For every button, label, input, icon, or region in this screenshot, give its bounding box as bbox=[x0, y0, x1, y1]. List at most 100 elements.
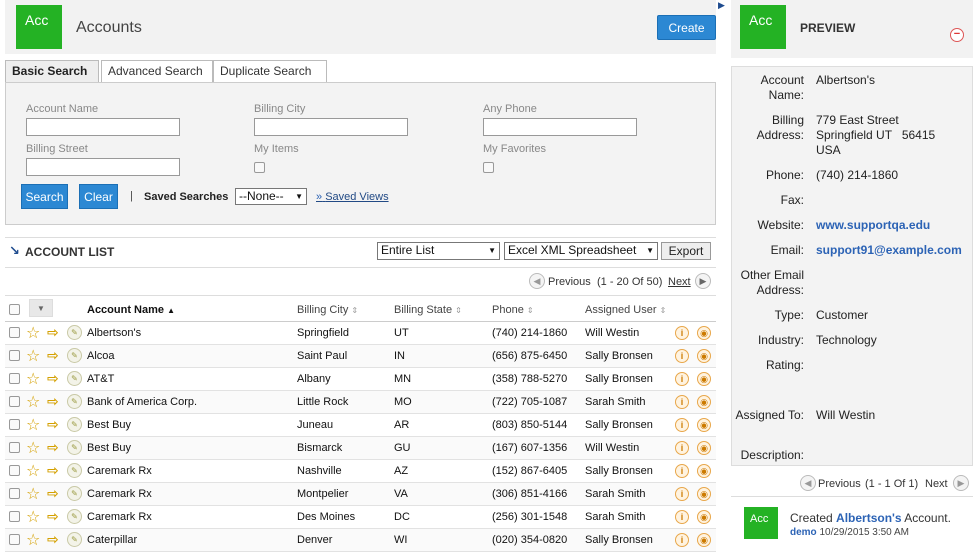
pager-previous[interactable]: Previous bbox=[548, 276, 591, 288]
cell-assigned-user[interactable]: Sarah Smith bbox=[585, 511, 646, 523]
cell-account-name[interactable]: Best Buy bbox=[87, 442, 131, 454]
my-items-checkbox[interactable] bbox=[254, 162, 265, 173]
arrow-right-icon[interactable]: ⇨ bbox=[47, 370, 59, 387]
row-checkbox[interactable] bbox=[9, 488, 20, 499]
list-scope-select[interactable]: Entire List ▼ bbox=[377, 242, 500, 260]
tab-advanced-search[interactable]: Advanced Search bbox=[101, 60, 213, 82]
preview-eye-icon[interactable]: ◉ bbox=[697, 326, 711, 340]
collapse-arrow-icon[interactable]: ▶ bbox=[718, 0, 726, 16]
column-billing-city[interactable]: Billing City ⇕ bbox=[297, 304, 358, 316]
info-icon[interactable]: i bbox=[675, 349, 689, 363]
row-checkbox[interactable] bbox=[9, 465, 20, 476]
arrow-right-icon[interactable]: ⇨ bbox=[47, 508, 59, 525]
star-icon[interactable]: ☆ bbox=[26, 346, 40, 366]
info-icon[interactable]: i bbox=[675, 510, 689, 524]
arrow-right-icon[interactable]: ⇨ bbox=[47, 416, 59, 433]
arrow-right-icon[interactable]: ⇨ bbox=[47, 531, 59, 548]
pencil-icon[interactable]: ✎ bbox=[67, 440, 82, 455]
billing-city-input[interactable] bbox=[254, 118, 408, 136]
cell-account-name[interactable]: Bank of America Corp. bbox=[87, 396, 197, 408]
info-icon[interactable]: i bbox=[675, 326, 689, 340]
row-checkbox[interactable] bbox=[9, 534, 20, 545]
next-icon[interactable]: ▶ bbox=[695, 273, 711, 289]
cell-account-name[interactable]: Best Buy bbox=[87, 419, 131, 431]
row-checkbox[interactable] bbox=[9, 350, 20, 361]
preview-eye-icon[interactable]: ◉ bbox=[697, 487, 711, 501]
tab-basic-search[interactable]: Basic Search bbox=[5, 60, 99, 82]
search-button[interactable]: Search bbox=[21, 184, 68, 209]
website-link[interactable]: www.supportqa.edu bbox=[816, 218, 930, 233]
previous-icon[interactable]: ◀ bbox=[529, 273, 545, 289]
column-account-name[interactable]: Account Name ▲ bbox=[87, 304, 175, 316]
cell-assigned-user[interactable]: Sarah Smith bbox=[585, 488, 646, 500]
star-icon[interactable]: ☆ bbox=[26, 392, 40, 412]
feed-user-link[interactable]: demo bbox=[790, 527, 817, 538]
email-link[interactable]: support91@example.com bbox=[816, 243, 962, 258]
cell-account-name[interactable]: AT&T bbox=[87, 373, 114, 385]
cell-account-name[interactable]: Caterpillar bbox=[87, 534, 137, 546]
star-icon[interactable]: ☆ bbox=[26, 323, 40, 343]
saved-searches-select[interactable]: --None-- ▼ bbox=[235, 188, 307, 205]
column-assigned-user[interactable]: Assigned User ⇕ bbox=[585, 304, 666, 316]
cell-assigned-user[interactable]: Sarah Smith bbox=[585, 396, 646, 408]
info-icon[interactable]: i bbox=[675, 395, 689, 409]
row-checkbox[interactable] bbox=[9, 327, 20, 338]
minus-icon[interactable]: − bbox=[950, 28, 964, 42]
cell-assigned-user[interactable]: Will Westin bbox=[585, 442, 639, 454]
info-icon[interactable]: i bbox=[675, 464, 689, 478]
pager-next[interactable]: Next bbox=[668, 276, 691, 288]
column-billing-state[interactable]: Billing State ⇕ bbox=[394, 304, 462, 316]
cell-account-name[interactable]: Caremark Rx bbox=[87, 465, 152, 477]
table-row[interactable]: ☆ ⇨ ✎ Caremark Rx Des Moines DC (256) 301-1548… bbox=[5, 506, 716, 529]
star-icon[interactable]: ☆ bbox=[26, 369, 40, 389]
star-icon[interactable]: ☆ bbox=[26, 484, 40, 504]
table-row[interactable]: ☆ ⇨ ✎ Caremark Rx Montpelier VA (306) 851-4166… bbox=[5, 483, 716, 506]
export-button[interactable]: Export bbox=[661, 242, 711, 260]
info-icon[interactable]: i bbox=[675, 372, 689, 386]
pencil-icon[interactable]: ✎ bbox=[67, 509, 82, 524]
pencil-icon[interactable]: ✎ bbox=[67, 532, 82, 547]
pencil-icon[interactable]: ✎ bbox=[67, 463, 82, 478]
create-button[interactable]: Create bbox=[657, 15, 716, 40]
table-row[interactable]: ☆ ⇨ ✎ Best Buy Bismarck GU (167) 607-1356 Will … bbox=[5, 437, 716, 460]
pencil-icon[interactable]: ✎ bbox=[67, 394, 82, 409]
cell-assigned-user[interactable]: Sally Bronsen bbox=[585, 373, 653, 385]
preview-eye-icon[interactable]: ◉ bbox=[697, 464, 711, 478]
arrow-right-icon[interactable]: ⇨ bbox=[47, 462, 59, 479]
cell-account-name[interactable]: Caremark Rx bbox=[87, 488, 152, 500]
preview-pager-previous[interactable]: Previous bbox=[818, 478, 861, 490]
my-favorites-checkbox[interactable] bbox=[483, 162, 494, 173]
account-name-input[interactable] bbox=[26, 118, 180, 136]
row-checkbox[interactable] bbox=[9, 419, 20, 430]
preview-eye-icon[interactable]: ◉ bbox=[697, 441, 711, 455]
table-row[interactable]: ☆ ⇨ ✎ Best Buy Juneau AR (803) 850-5144 Sally B… bbox=[5, 414, 716, 437]
arrow-right-icon[interactable]: ⇨ bbox=[47, 393, 59, 410]
bulk-actions-dropdown[interactable]: ▼ bbox=[29, 299, 53, 317]
arrow-right-icon[interactable]: ⇨ bbox=[47, 347, 59, 364]
cell-assigned-user[interactable]: Will Westin bbox=[585, 327, 639, 339]
star-icon[interactable]: ☆ bbox=[26, 461, 40, 481]
preview-eye-icon[interactable]: ◉ bbox=[697, 349, 711, 363]
any-phone-input[interactable] bbox=[483, 118, 637, 136]
arrow-right-icon[interactable]: ⇨ bbox=[47, 324, 59, 341]
cell-account-name[interactable]: Albertson's bbox=[87, 327, 141, 339]
pencil-icon[interactable]: ✎ bbox=[67, 348, 82, 363]
pencil-icon[interactable]: ✎ bbox=[67, 486, 82, 501]
table-row[interactable]: ☆ ⇨ ✎ Caremark Rx Nashville AZ (152) 867-6405 S… bbox=[5, 460, 716, 483]
preview-eye-icon[interactable]: ◉ bbox=[697, 533, 711, 547]
clear-button[interactable]: Clear bbox=[79, 184, 118, 209]
row-checkbox[interactable] bbox=[9, 373, 20, 384]
preview-eye-icon[interactable]: ◉ bbox=[697, 418, 711, 432]
tab-duplicate-search[interactable]: Duplicate Search bbox=[213, 60, 327, 82]
preview-eye-icon[interactable]: ◉ bbox=[697, 372, 711, 386]
cell-assigned-user[interactable]: Sally Bronsen bbox=[585, 465, 653, 477]
next-icon[interactable]: ▶ bbox=[953, 475, 969, 491]
select-all-checkbox[interactable] bbox=[9, 304, 20, 315]
cell-account-name[interactable]: Caremark Rx bbox=[87, 511, 152, 523]
arrow-right-icon[interactable]: ⇨ bbox=[47, 485, 59, 502]
info-icon[interactable]: i bbox=[675, 487, 689, 501]
table-row[interactable]: ☆ ⇨ ✎ Bank of America Corp. Little Rock MO (72… bbox=[5, 391, 716, 414]
saved-views-link[interactable]: » Saved Views bbox=[316, 191, 389, 203]
star-icon[interactable]: ☆ bbox=[26, 415, 40, 435]
billing-street-input[interactable] bbox=[26, 158, 180, 176]
